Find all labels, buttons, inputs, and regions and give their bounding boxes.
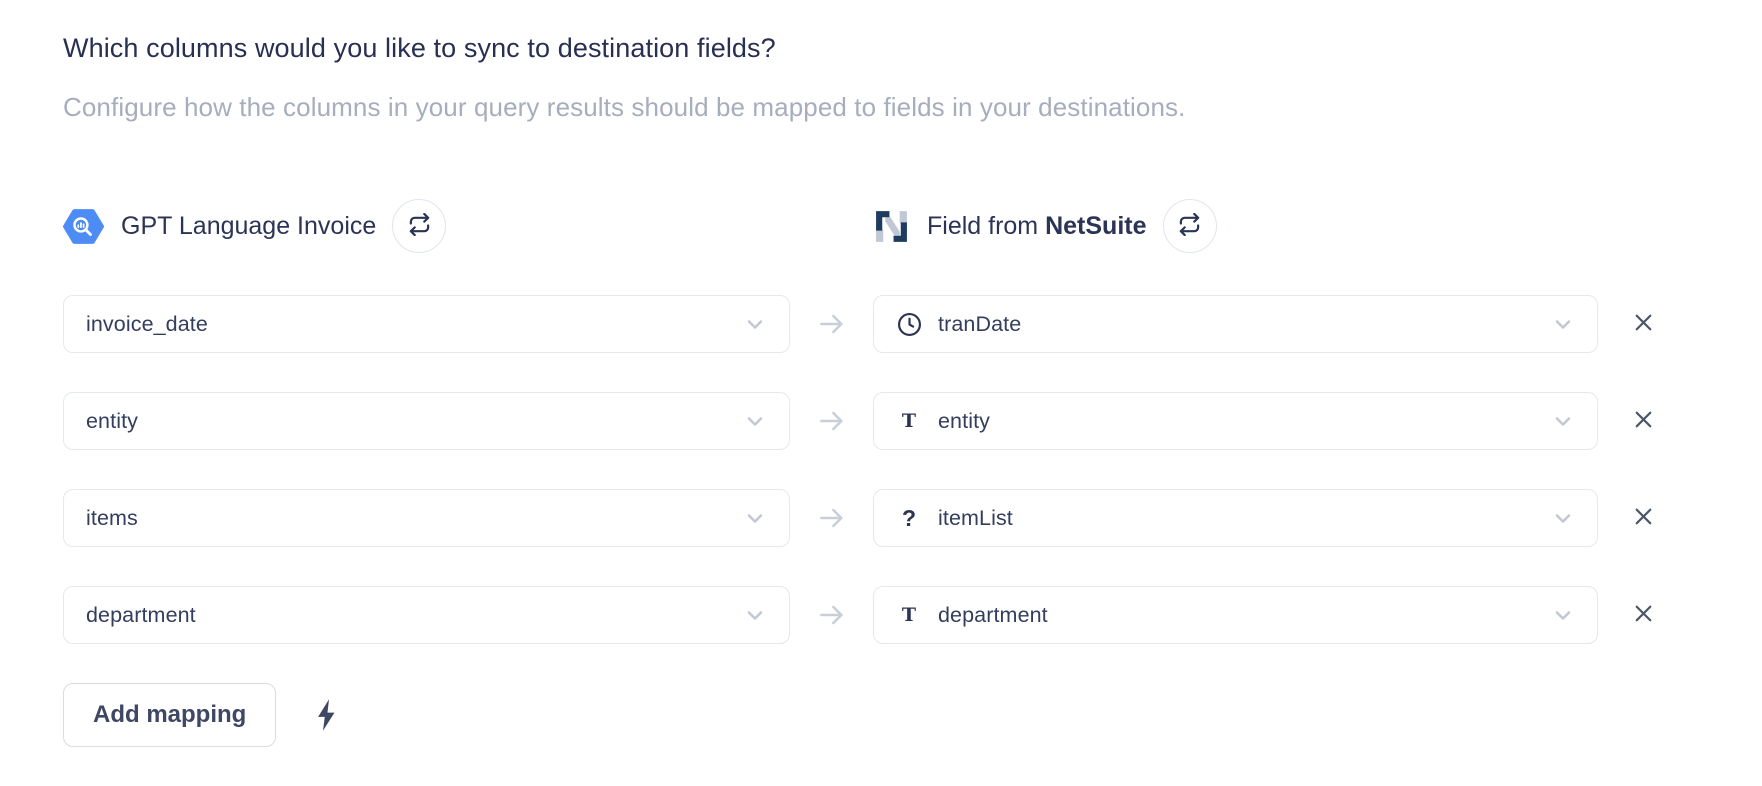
source-swap-button[interactable] bbox=[392, 199, 446, 253]
destination-prefix: Field from bbox=[927, 212, 1038, 240]
text-type-icon: T bbox=[896, 410, 922, 432]
source-column-header: GPT Language Invoice bbox=[63, 199, 790, 253]
close-icon bbox=[1630, 406, 1657, 436]
bigquery-hexagon-icon bbox=[63, 208, 104, 245]
source-column-select[interactable]: entity bbox=[63, 392, 790, 450]
column-mapping-panel: Which columns would you like to sync to … bbox=[0, 0, 1762, 747]
remove-mapping-button[interactable] bbox=[1628, 406, 1658, 436]
remove-mapping-button[interactable] bbox=[1628, 309, 1658, 339]
source-column-value: entity bbox=[86, 409, 138, 434]
destination-field-select[interactable]: tranDate bbox=[873, 295, 1598, 353]
map-arrow-icon bbox=[790, 405, 873, 437]
swap-repeat-icon bbox=[408, 213, 431, 239]
destination-field-select[interactable]: ? itemList bbox=[873, 489, 1598, 547]
swap-repeat-icon bbox=[1178, 213, 1201, 239]
destination-field-select[interactable]: T department bbox=[873, 586, 1598, 644]
text-type-icon: T bbox=[896, 604, 922, 626]
map-arrow-icon bbox=[790, 599, 873, 631]
source-column-value: items bbox=[86, 506, 138, 531]
lightning-bolt-icon[interactable] bbox=[311, 698, 341, 732]
destination-swap-button[interactable] bbox=[1163, 199, 1217, 253]
destination-field-value: department bbox=[938, 603, 1048, 628]
destination-column-header: Field from NetSuite bbox=[873, 199, 1217, 253]
source-column-select[interactable]: items bbox=[63, 489, 790, 547]
unknown-type-icon: ? bbox=[896, 505, 922, 532]
close-icon bbox=[1630, 503, 1657, 533]
close-icon bbox=[1630, 309, 1657, 339]
chevron-down-icon bbox=[743, 603, 767, 627]
page-subtitle: Configure how the columns in your query … bbox=[63, 92, 1699, 123]
destination-field-value: itemList bbox=[938, 506, 1013, 531]
mapping-footer: Add mapping bbox=[63, 683, 1699, 747]
destination-field-select[interactable]: T entity bbox=[873, 392, 1598, 450]
page-title: Which columns would you like to sync to … bbox=[63, 33, 1699, 64]
chevron-down-icon bbox=[1551, 603, 1575, 627]
remove-mapping-button[interactable] bbox=[1628, 503, 1658, 533]
close-icon bbox=[1630, 600, 1657, 630]
chevron-down-icon bbox=[743, 312, 767, 336]
source-column-select[interactable]: department bbox=[63, 586, 790, 644]
remove-mapping-button[interactable] bbox=[1628, 600, 1658, 630]
chevron-down-icon bbox=[743, 506, 767, 530]
chevron-down-icon bbox=[1551, 409, 1575, 433]
chevron-down-icon bbox=[1551, 506, 1575, 530]
mapping-row: department T department bbox=[63, 586, 1699, 644]
mapping-rows: invoice_date tranDate bbox=[63, 295, 1699, 644]
map-arrow-icon bbox=[790, 502, 873, 534]
destination-label: Field from NetSuite bbox=[927, 212, 1147, 241]
source-name: GPT Language Invoice bbox=[121, 212, 376, 241]
netsuite-icon bbox=[873, 208, 910, 245]
mapping-row: invoice_date tranDate bbox=[63, 295, 1699, 353]
chevron-down-icon bbox=[743, 409, 767, 433]
mapping-row: items ? itemList bbox=[63, 489, 1699, 547]
chevron-down-icon bbox=[1551, 312, 1575, 336]
destination-field-value: entity bbox=[938, 409, 990, 434]
add-mapping-button[interactable]: Add mapping bbox=[63, 683, 276, 747]
mapping-column-headers: GPT Language Invoice bbox=[63, 199, 1699, 253]
mapping-row: entity T entity bbox=[63, 392, 1699, 450]
destination-field-value: tranDate bbox=[938, 312, 1021, 337]
source-column-value: department bbox=[86, 603, 196, 628]
map-arrow-icon bbox=[790, 308, 873, 340]
source-column-select[interactable]: invoice_date bbox=[63, 295, 790, 353]
source-column-value: invoice_date bbox=[86, 312, 208, 337]
destination-name: NetSuite bbox=[1045, 212, 1146, 240]
datetime-type-icon bbox=[896, 312, 922, 337]
